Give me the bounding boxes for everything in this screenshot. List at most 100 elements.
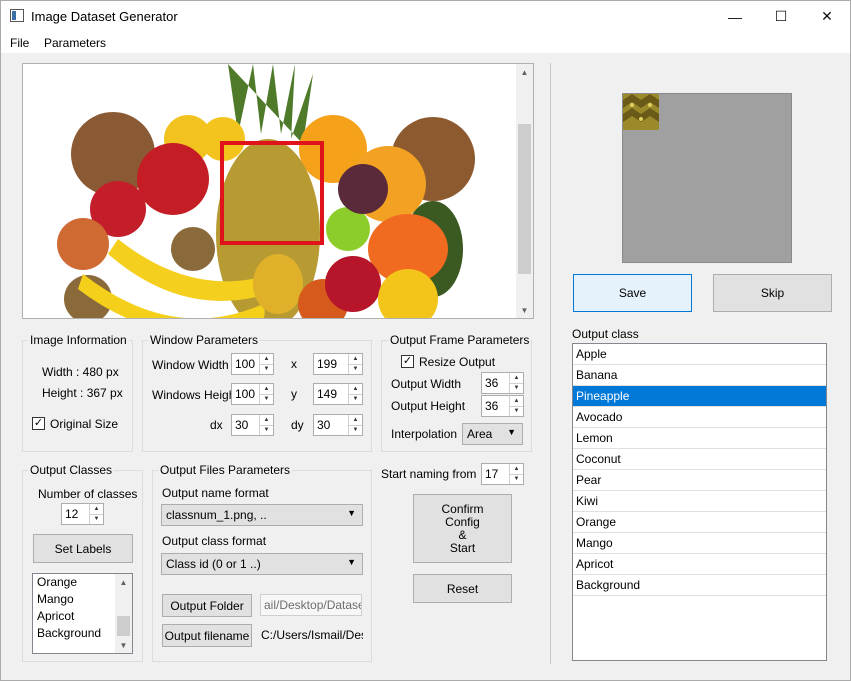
classes-list-scrollbar[interactable]: ▲ ▼ <box>115 574 132 653</box>
menu-parameters[interactable]: Parameters <box>44 36 106 50</box>
y-value: 149 <box>317 387 338 401</box>
list-item[interactable]: Coconut <box>573 449 826 470</box>
list-item[interactable]: Kiwi <box>573 491 826 512</box>
maximize-button[interactable]: ☐ <box>758 1 804 32</box>
output-height-label: Output Height <box>391 399 466 413</box>
output-folder-button[interactable]: Output Folder <box>162 594 252 617</box>
confirm-label: Confirm <box>441 501 484 516</box>
panel-separator <box>550 63 551 664</box>
arrow-down-icon[interactable]: ▼ <box>90 515 103 525</box>
output-class-format-select[interactable]: Class id (0 or 1 ..) ▼ <box>161 553 363 575</box>
output-name-format-label: Output name format <box>162 486 269 500</box>
output-folder-path[interactable]: ail/Desktop/Dataset <box>260 594 362 616</box>
arrow-down-icon[interactable]: ▼ <box>349 426 362 436</box>
arrow-down-icon[interactable]: ▼ <box>349 365 362 375</box>
scroll-down-icon[interactable]: ▼ <box>115 637 132 653</box>
list-item-selected[interactable]: Pineapple <box>573 386 826 407</box>
output-name-format-value: classnum_1.png, .. <box>166 508 267 522</box>
arrow-up-icon[interactable]: ▲ <box>349 384 362 395</box>
arrow-up-icon[interactable]: ▲ <box>260 384 273 395</box>
output-width-label: Output Width <box>391 377 462 391</box>
list-item[interactable]: Orange <box>573 512 826 533</box>
arrow-up-icon[interactable]: ▲ <box>349 354 362 365</box>
chevron-down-icon: ▼ <box>507 427 516 437</box>
output-name-format-select[interactable]: classnum_1.png, .. ▼ <box>161 504 363 526</box>
arrow-up-icon[interactable]: ▲ <box>349 415 362 426</box>
original-size-checkbox[interactable]: ✓ <box>32 417 45 430</box>
arrow-down-icon[interactable]: ▼ <box>260 365 273 375</box>
menu-bar: File Parameters <box>1 32 850 53</box>
check-icon: ✓ <box>33 417 44 429</box>
chevron-down-icon: ▼ <box>347 508 356 518</box>
scroll-thumb[interactable] <box>117 616 130 636</box>
image-scrollbar[interactable]: ▲ ▼ <box>516 64 533 318</box>
dy-spinbox[interactable]: 30 ▲ ▼ <box>313 414 363 436</box>
minimize-button[interactable]: — <box>712 1 758 32</box>
arrow-up-icon[interactable]: ▲ <box>260 415 273 426</box>
arrow-up-icon[interactable]: ▲ <box>260 354 273 365</box>
arrow-up-icon[interactable]: ▲ <box>90 504 103 515</box>
arrow-up-icon[interactable]: ▲ <box>510 396 523 407</box>
scroll-up-icon[interactable]: ▲ <box>115 574 132 590</box>
list-item[interactable]: Mango <box>573 533 826 554</box>
window-width-spinbox[interactable]: 100 ▲ ▼ <box>231 353 274 375</box>
dx-spinbox[interactable]: 30 ▲ ▼ <box>231 414 274 436</box>
list-item[interactable]: Lemon <box>573 428 826 449</box>
arrow-up-icon[interactable]: ▲ <box>510 464 523 475</box>
output-classes-title: Output Classes <box>28 463 115 477</box>
y-spinbox[interactable]: 149 ▲ ▼ <box>313 383 363 405</box>
x-spinbox[interactable]: 199 ▲ ▼ <box>313 353 363 375</box>
crop-thumbnail <box>623 94 659 130</box>
output-class-list[interactable]: Apple Banana Pineapple Avocado Lemon Coc… <box>572 343 827 661</box>
app-icon <box>10 9 24 22</box>
classes-list[interactable]: Orange Mango Apricot Background ▲ ▼ <box>32 573 133 654</box>
window-title: Image Dataset Generator <box>31 9 178 24</box>
list-item[interactable]: Banana <box>573 365 826 386</box>
list-item[interactable]: Apricot <box>573 554 826 575</box>
list-item[interactable]: Background <box>573 575 826 596</box>
image-viewer[interactable]: ▲ ▼ <box>22 63 534 319</box>
resize-output-checkbox[interactable]: ✓ <box>401 355 414 368</box>
set-labels-button[interactable]: Set Labels <box>33 534 133 563</box>
image-info-title: Image Information <box>28 333 129 347</box>
scroll-up-icon[interactable]: ▲ <box>516 64 533 80</box>
close-button[interactable]: ✕ <box>804 1 850 32</box>
arrow-down-icon[interactable]: ▼ <box>260 395 273 405</box>
arrow-down-icon[interactable]: ▼ <box>349 395 362 405</box>
fruit-image <box>23 64 517 318</box>
list-item[interactable]: Pear <box>573 470 826 491</box>
chevron-down-icon: ▼ <box>347 557 356 567</box>
menu-file[interactable]: File <box>10 36 29 50</box>
output-filename-button[interactable]: Output filename <box>162 624 252 647</box>
output-width-value: 36 <box>485 376 499 390</box>
window-params-title: Window Parameters <box>148 333 261 347</box>
arrow-down-icon[interactable]: ▼ <box>260 426 273 436</box>
output-height-spinbox[interactable]: 36 ▲ ▼ <box>481 395 524 417</box>
confirm-start-button[interactable]: Confirm Config & Start <box>413 494 512 563</box>
scroll-thumb[interactable] <box>518 124 531 274</box>
list-item[interactable]: Avocado <box>573 407 826 428</box>
image-height-label: Height : 367 px <box>42 386 123 400</box>
dy-label: dy <box>291 418 304 432</box>
arrow-down-icon[interactable]: ▼ <box>510 407 523 417</box>
output-width-spinbox[interactable]: 36 ▲ ▼ <box>481 372 524 394</box>
number-of-classes-spinbox[interactable]: 12 ▲ ▼ <box>61 503 104 525</box>
interpolation-select[interactable]: Area ▼ <box>462 423 523 445</box>
scroll-down-icon[interactable]: ▼ <box>516 302 533 318</box>
save-button[interactable]: Save <box>573 274 692 312</box>
reset-button[interactable]: Reset <box>413 574 512 603</box>
arrow-up-icon[interactable]: ▲ <box>510 373 523 384</box>
dy-value: 30 <box>317 418 331 432</box>
title-bar: Image Dataset Generator — ☐ ✕ <box>1 1 850 32</box>
windows-height-spinbox[interactable]: 100 ▲ ▼ <box>231 383 274 405</box>
arrow-down-icon[interactable]: ▼ <box>510 475 523 485</box>
output-height-value: 36 <box>485 399 499 413</box>
skip-button[interactable]: Skip <box>713 274 832 312</box>
start-naming-spinbox[interactable]: 17 ▲ ▼ <box>481 463 524 485</box>
number-of-classes-label: Number of classes <box>38 487 138 501</box>
arrow-down-icon[interactable]: ▼ <box>510 384 523 394</box>
list-item[interactable]: Apple <box>573 344 826 365</box>
number-of-classes-value: 12 <box>65 507 79 521</box>
ampersand-label: & <box>458 527 467 542</box>
config-label: Config <box>445 514 480 529</box>
